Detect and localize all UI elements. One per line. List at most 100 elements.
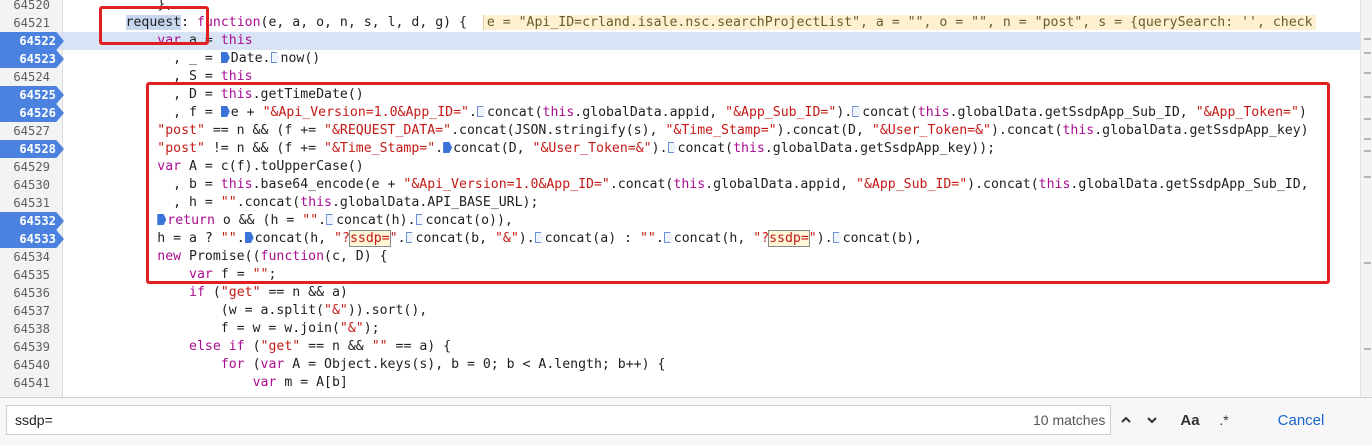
next-match-button[interactable] <box>1140 406 1164 434</box>
string-literal: "&Api_Version=1.0&App_ID=" <box>403 177 610 192</box>
previous-match-button[interactable] <box>1114 406 1138 434</box>
inline-breakpoint-icon[interactable] <box>852 106 862 117</box>
inline-breakpoint-icon[interactable] <box>534 232 544 243</box>
string-literal: "" <box>302 213 319 228</box>
code-token: .globalData.appid, <box>705 177 857 192</box>
cancel-button[interactable]: Cancel <box>1256 406 1346 434</box>
code-token: == a) { <box>387 339 452 354</box>
inline-breakpoint-icon[interactable] <box>443 142 453 153</box>
line-number[interactable]: 64530 <box>0 176 56 194</box>
code-token: concat( <box>862 105 918 120</box>
line-number[interactable]: 64527 <box>0 122 56 140</box>
vertical-scrollbar[interactable] <box>1360 0 1372 397</box>
code-text: for (var A = Object.keys(s), b = 0; b < … <box>62 356 666 374</box>
code-token: a = <box>181 33 221 48</box>
code-line: 64529 var A = c(f).toUpperCase() <box>0 158 1360 176</box>
line-number[interactable]: 64524 <box>0 68 56 86</box>
line-number[interactable]: 64540 <box>0 356 56 374</box>
breakpoint-line-number[interactable]: 64523 <box>0 50 64 68</box>
code-line: 64536 if ("get" == n && a) <box>0 284 1360 302</box>
line-number[interactable]: 64538 <box>0 320 56 338</box>
code-token: , f = <box>62 105 221 120</box>
code-token: Date. <box>230 51 271 66</box>
line-number[interactable]: 64535 <box>0 266 56 284</box>
line-number[interactable]: 64541 <box>0 374 56 392</box>
inline-breakpoint-icon[interactable] <box>663 232 673 243</box>
code-token: .globalData.API_BASE_URL); <box>331 195 539 210</box>
inline-breakpoint-icon[interactable] <box>476 106 486 117</box>
code-text: return o && (h = "". concat(h). concat(o))… <box>62 212 513 230</box>
code-token: , S = <box>62 69 221 84</box>
code-text: , _ = Date. now() <box>62 50 320 68</box>
breakpoint-line-number[interactable]: 64528 <box>0 140 64 158</box>
breakpoint-line-number[interactable]: 64533 <box>0 230 64 248</box>
line-number[interactable]: 64531 <box>0 194 56 212</box>
line-number[interactable]: 64520 <box>0 0 56 14</box>
inline-breakpoint-icon[interactable] <box>415 214 425 225</box>
inline-breakpoint-icon[interactable] <box>405 232 415 243</box>
scrollbar-match-marker <box>1364 52 1371 54</box>
code-token: A = c(f).toUpperCase() <box>181 159 364 174</box>
inline-breakpoint-icon[interactable] <box>832 232 842 243</box>
breakpoint-line-number[interactable]: 64525 <box>0 86 64 104</box>
code-token: m = A[b] <box>276 375 348 390</box>
code-token: ). <box>651 141 668 156</box>
string-literal: " <box>389 231 398 246</box>
inline-breakpoint-icon[interactable] <box>220 52 230 63</box>
keyword: if <box>189 285 205 300</box>
code-token: . <box>236 231 245 246</box>
code-token: == n && <box>300 339 372 354</box>
scrollbar-match-marker <box>1364 118 1371 120</box>
inline-breakpoint-icon[interactable] <box>326 214 336 225</box>
inline-breakpoint-icon[interactable] <box>157 214 167 225</box>
search-input[interactable] <box>6 405 1111 435</box>
line-number[interactable]: 64537 <box>0 302 56 320</box>
string-literal: "&" <box>494 231 519 246</box>
inline-breakpoint-icon[interactable] <box>667 142 677 153</box>
line-number[interactable]: 64536 <box>0 284 56 302</box>
keyword: this <box>733 141 765 156</box>
string-literal: "get" <box>220 285 261 300</box>
keyword: var <box>252 375 277 390</box>
code-line: 64531 , h = "".concat(this.globalData.AP… <box>0 194 1360 212</box>
code-token: ( <box>204 285 221 300</box>
scrollbar-match-marker <box>1364 348 1371 350</box>
keyword: this <box>220 69 253 84</box>
breakpoint-line-number[interactable]: 64526 <box>0 104 64 122</box>
string-literal: "get" <box>260 339 301 354</box>
inline-breakpoint-icon[interactable] <box>220 106 230 117</box>
string-literal: "&" <box>339 321 364 336</box>
string-literal: "&Time_Stamp=" <box>324 141 436 156</box>
line-number[interactable]: 64529 <box>0 158 56 176</box>
breakpoint-line-number[interactable]: 64532 <box>0 212 64 230</box>
breakpoint-line-number[interactable]: 64522 <box>0 32 64 50</box>
inline-breakpoint-icon[interactable] <box>270 52 280 63</box>
string-literal: "&REQUEST_DATA=" <box>324 123 452 138</box>
code-token: , _ = <box>62 51 221 66</box>
line-number[interactable]: 64534 <box>0 248 56 266</box>
code-token: . <box>435 141 444 156</box>
inline-breakpoint-icon[interactable] <box>244 232 254 243</box>
line-number[interactable]: 64539 <box>0 338 56 356</box>
code-editor[interactable]: 64520 }, 64521 request: function(e, a, o,… <box>0 0 1360 397</box>
code-text: "post" == n && (f += "&REQUEST_DATA=".co… <box>62 122 1308 140</box>
keyword: var <box>157 159 182 174</box>
code-line: 64541 var m = A[b] <box>0 374 1360 392</box>
string-literal: "? <box>334 231 350 246</box>
code-token: ( <box>244 357 261 372</box>
string-literal: "&" <box>324 303 348 318</box>
code-line: 64540 for (var A = Object.keys(s), b = 0… <box>0 356 1360 374</box>
code-token: concat(b, <box>415 231 495 246</box>
match-case-button[interactable]: Aa <box>1176 406 1204 434</box>
code-token: ) <box>1298 105 1307 120</box>
line-number[interactable]: 64521 <box>0 14 56 32</box>
code-text: else if ("get" == n && "" == a) { <box>62 338 451 356</box>
string-literal: "&User_Token=&" <box>532 141 652 156</box>
code-token: .globalData.getSsdpApp_Sub_ID, <box>1070 177 1309 192</box>
regex-button[interactable]: .* <box>1212 406 1236 434</box>
